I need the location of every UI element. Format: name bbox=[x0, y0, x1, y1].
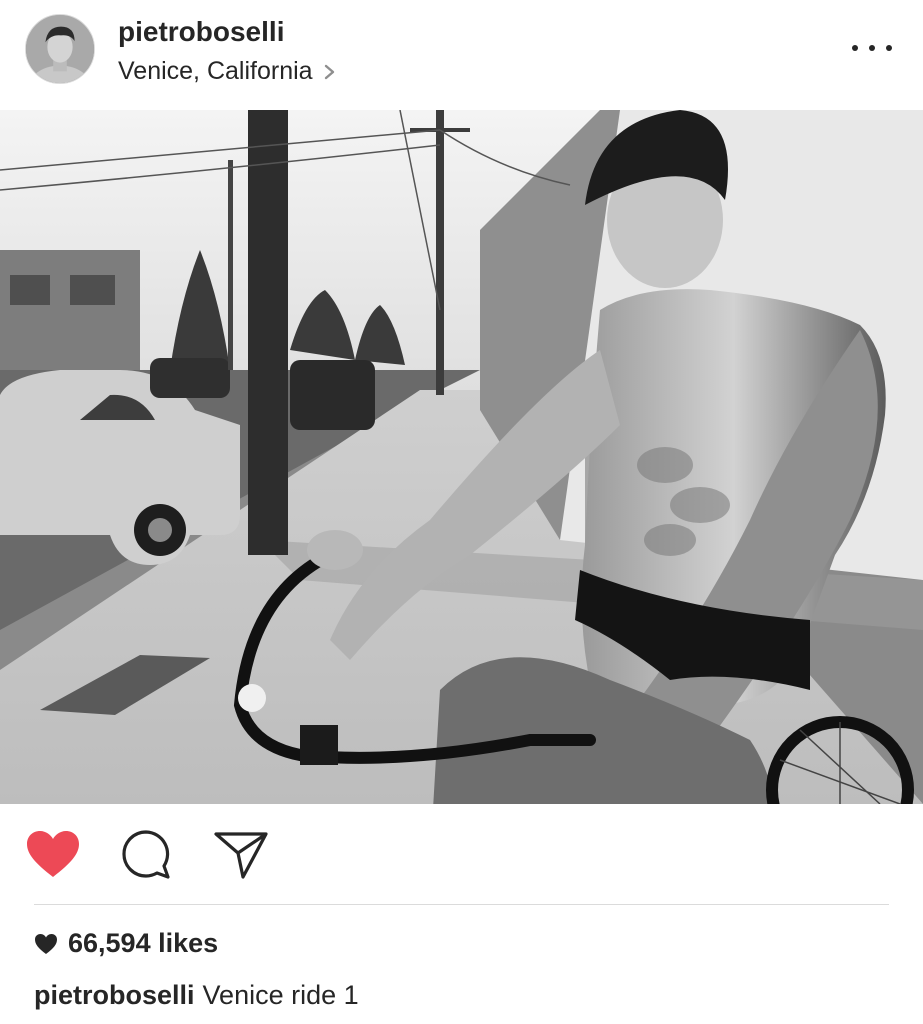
post-username[interactable]: pietroboselli bbox=[118, 16, 284, 48]
comment-bubble-shape bbox=[122, 830, 170, 879]
heart-icon bbox=[35, 933, 57, 954]
more-dot bbox=[886, 45, 892, 51]
comment-icon[interactable] bbox=[118, 827, 174, 883]
share-icon[interactable] bbox=[213, 827, 269, 883]
chevron-right-icon bbox=[324, 64, 334, 79]
divider bbox=[34, 904, 889, 905]
more-options-icon[interactable] bbox=[852, 36, 892, 60]
more-dot bbox=[869, 45, 875, 51]
share-plane-shape bbox=[214, 832, 268, 879]
post-caption: pietroboselli Venice ride 1 bbox=[34, 980, 359, 1011]
like-heart-shape bbox=[27, 831, 79, 877]
heart-icon[interactable] bbox=[25, 827, 81, 883]
more-dot bbox=[852, 45, 858, 51]
avatar-image bbox=[26, 15, 94, 83]
caption-text: Venice ride 1 bbox=[202, 980, 359, 1010]
caption-username[interactable]: pietroboselli bbox=[34, 980, 195, 1010]
post-photo-image bbox=[0, 110, 923, 804]
likes-count[interactable]: 66,594 likes bbox=[34, 928, 218, 959]
post-photo[interactable] bbox=[0, 110, 923, 804]
likes-text: 66,594 likes bbox=[68, 928, 219, 958]
post-header: pietroboselli Venice, California bbox=[0, 0, 923, 110]
post-location[interactable]: Venice, California bbox=[118, 57, 337, 86]
location-label: Venice, California bbox=[118, 57, 313, 85]
post-actions bbox=[0, 804, 923, 904]
avatar[interactable] bbox=[25, 14, 95, 84]
